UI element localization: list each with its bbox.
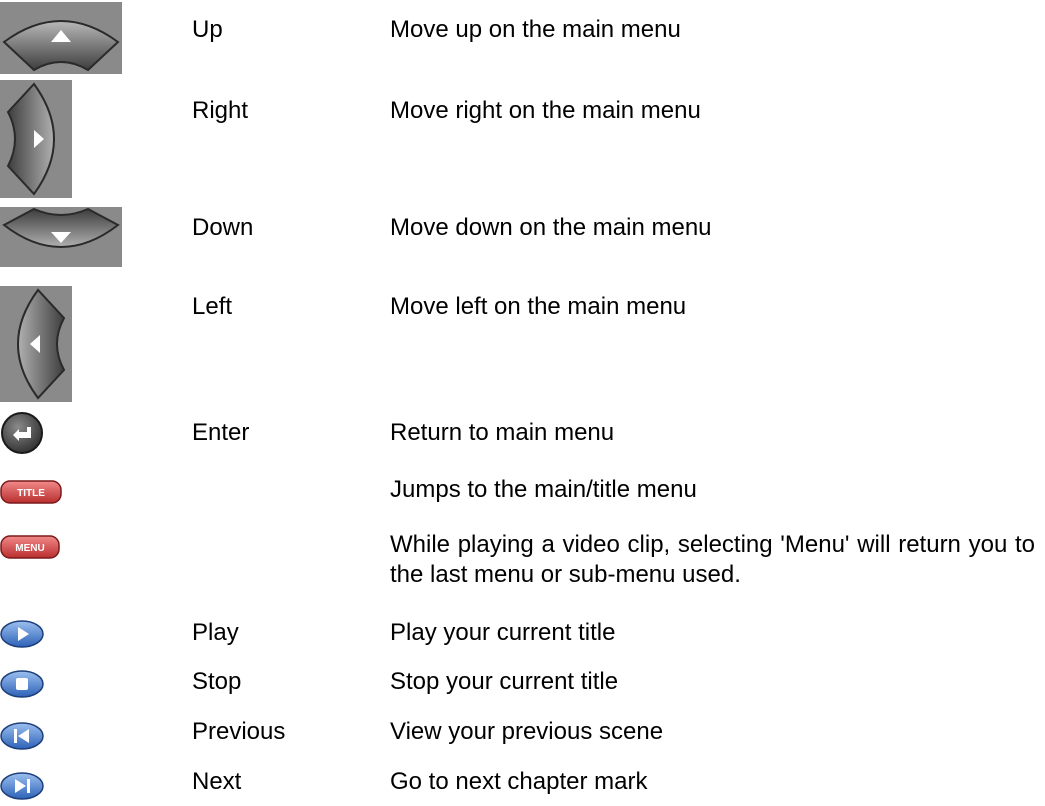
button-description-down: Move down on the main menu bbox=[390, 214, 712, 241]
button-description-stop: Stop your current title bbox=[390, 668, 619, 695]
button-description-enter: Return to main menu bbox=[390, 419, 615, 446]
previous-icon bbox=[0, 722, 44, 750]
arrow-left-icon bbox=[0, 286, 72, 402]
button-name-next: Next bbox=[192, 768, 242, 795]
button-description-next: Go to next chapter mark bbox=[390, 768, 648, 795]
arrow-right-icon bbox=[0, 80, 72, 198]
next-icon bbox=[0, 772, 44, 800]
arrow-down-icon bbox=[0, 207, 122, 267]
button-name-up: Up bbox=[192, 16, 223, 43]
arrow-up-icon bbox=[0, 2, 122, 74]
menu-button-icon: MENU bbox=[0, 535, 60, 559]
button-name-left: Left bbox=[192, 293, 233, 320]
menu-button-label: MENU bbox=[15, 543, 44, 554]
button-description-menu: While playing a video clip, selecting 'M… bbox=[390, 531, 1035, 588]
button-description-left: Move left on the main menu bbox=[390, 293, 687, 320]
button-description-previous: View your previous scene bbox=[390, 718, 664, 745]
button-name-stop: Stop bbox=[192, 668, 242, 695]
title-button-label: TITLE bbox=[17, 488, 45, 499]
button-description-right: Move right on the main menu bbox=[390, 97, 701, 124]
button-description-title: Jumps to the main/title menu bbox=[390, 476, 697, 503]
button-description-play: Play your current title bbox=[390, 619, 616, 646]
title-button-icon: TITLE bbox=[0, 480, 62, 504]
button-description-up: Move up on the main menu bbox=[390, 16, 681, 43]
button-name-previous: Previous bbox=[192, 718, 286, 745]
button-name-enter: Enter bbox=[192, 419, 250, 446]
enter-icon bbox=[0, 411, 44, 455]
button-name-down: Down bbox=[192, 214, 254, 241]
button-name-right: Right bbox=[192, 97, 249, 124]
button-name-play: Play bbox=[192, 619, 239, 646]
stop-icon bbox=[0, 670, 44, 698]
play-icon bbox=[0, 620, 44, 648]
